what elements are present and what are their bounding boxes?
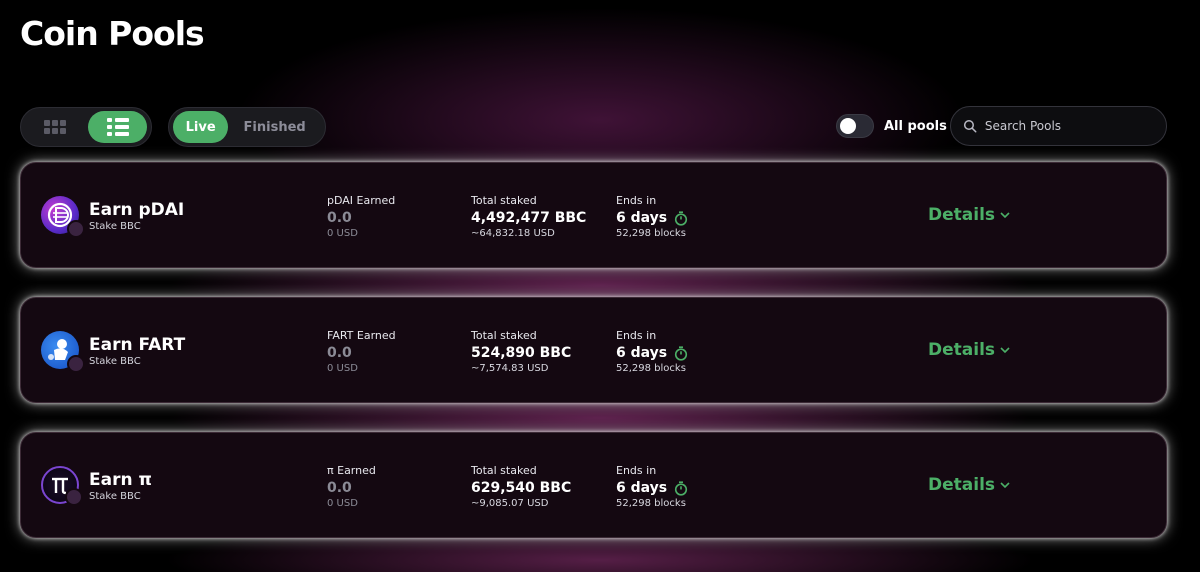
earned-label: π Earned	[327, 464, 376, 477]
grid-icon	[43, 120, 66, 134]
ends-label: Ends in	[616, 329, 657, 342]
staked-usd: ~64,832.18 USD	[471, 228, 555, 239]
staked-usd: ~9,085.07 USD	[471, 498, 549, 509]
chevron-down-icon	[1000, 481, 1010, 488]
ends-column: Ends in 6 days 52,298 blocks	[616, 194, 688, 239]
bbc-badge-icon	[65, 488, 83, 506]
details-label: Details	[928, 340, 996, 360]
earned-usd: 0 USD	[327, 228, 358, 239]
bbc-badge-icon	[67, 220, 85, 238]
details-button[interactable]: Details	[928, 205, 1010, 225]
earned-value: 0.0	[327, 480, 352, 496]
fart-token-icon	[41, 331, 85, 373]
pool-card-fart: Earn FART Stake BBC FART Earned 0.0 0 US…	[20, 297, 1167, 403]
tab-finished[interactable]: Finished	[228, 111, 321, 143]
details-label: Details	[928, 475, 996, 495]
staked-label: Total staked	[471, 194, 537, 207]
earned-value: 0.0	[327, 210, 352, 226]
staked-label: Total staked	[471, 464, 537, 477]
earned-label: FART Earned	[327, 329, 396, 342]
ends-value: 6 days	[616, 480, 668, 496]
staked-value: 4,492,477 BBC	[471, 210, 587, 226]
all-pools-switch[interactable]	[836, 114, 874, 138]
page-title: Coin Pools	[20, 14, 205, 53]
earned-usd: 0 USD	[327, 363, 358, 374]
tab-live[interactable]: Live	[173, 111, 229, 143]
ends-column: Ends in 6 days 52,298 blocks	[616, 464, 688, 509]
all-pools-label: All pools	[884, 118, 947, 134]
pool-name: Earn FART	[89, 335, 186, 355]
earned-column: π Earned 0.0 0 USD	[327, 464, 376, 509]
ends-row: 6 days	[616, 480, 688, 496]
ends-row: 6 days	[616, 345, 688, 361]
ends-row: 6 days	[616, 210, 688, 226]
pool-name: Earn pDAI	[89, 200, 185, 220]
staked-usd: ~7,574.83 USD	[471, 363, 549, 374]
grid-view-button[interactable]	[25, 111, 84, 143]
pool-stake-token: Stake BBC	[89, 221, 141, 232]
details-button[interactable]: Details	[928, 475, 1010, 495]
status-tabs: Live Finished	[168, 107, 326, 147]
earned-usd: 0 USD	[327, 498, 358, 509]
view-mode-toggle	[20, 107, 152, 147]
ends-label: Ends in	[616, 194, 657, 207]
details-button[interactable]: Details	[928, 340, 1010, 360]
earned-value: 0.0	[327, 345, 352, 361]
pool-card-pdai: Earn pDAI Stake BBC pDAI Earned 0.0 0 US…	[20, 162, 1167, 268]
ends-label: Ends in	[616, 464, 657, 477]
earned-label: pDAI Earned	[327, 194, 396, 207]
list-view-button[interactable]	[88, 111, 147, 143]
search-box	[950, 106, 1167, 146]
chevron-down-icon	[1000, 346, 1010, 353]
chevron-down-icon	[1000, 211, 1010, 218]
ends-value: 6 days	[616, 210, 668, 226]
bbc-badge-icon	[67, 355, 85, 373]
ends-blocks: 52,298 blocks	[616, 498, 686, 509]
stopwatch-icon	[675, 345, 688, 361]
pool-card-pi: Earn π Stake BBC π Earned 0.0 0 USD Tota…	[20, 432, 1167, 538]
pdai-token-icon	[41, 196, 85, 238]
ends-column: Ends in 6 days 52,298 blocks	[616, 329, 688, 374]
staked-column: Total staked 524,890 BBC ~7,574.83 USD	[471, 329, 571, 374]
ends-blocks: 52,298 blocks	[616, 228, 686, 239]
stopwatch-icon	[675, 210, 688, 226]
ends-blocks: 52,298 blocks	[616, 363, 686, 374]
staked-value: 629,540 BBC	[471, 480, 572, 496]
staked-column: Total staked 629,540 BBC ~9,085.07 USD	[471, 464, 571, 509]
pool-name: Earn π	[89, 470, 152, 490]
staked-column: Total staked 4,492,477 BBC ~64,832.18 US…	[471, 194, 586, 239]
staked-value: 524,890 BBC	[471, 345, 572, 361]
switch-knob	[840, 118, 856, 134]
ends-value: 6 days	[616, 345, 668, 361]
all-pools-toggle-group: All pools	[836, 114, 947, 138]
details-label: Details	[928, 205, 996, 225]
pool-stake-token: Stake BBC	[89, 491, 141, 502]
earned-column: pDAI Earned 0.0 0 USD	[327, 194, 395, 239]
list-icon	[106, 118, 129, 136]
stopwatch-icon	[675, 480, 688, 496]
pi-token-icon	[41, 466, 83, 506]
search-icon	[963, 119, 977, 133]
earned-column: FART Earned 0.0 0 USD	[327, 329, 396, 374]
staked-label: Total staked	[471, 329, 537, 342]
search-input[interactable]	[984, 119, 1154, 133]
pool-stake-token: Stake BBC	[89, 356, 141, 367]
